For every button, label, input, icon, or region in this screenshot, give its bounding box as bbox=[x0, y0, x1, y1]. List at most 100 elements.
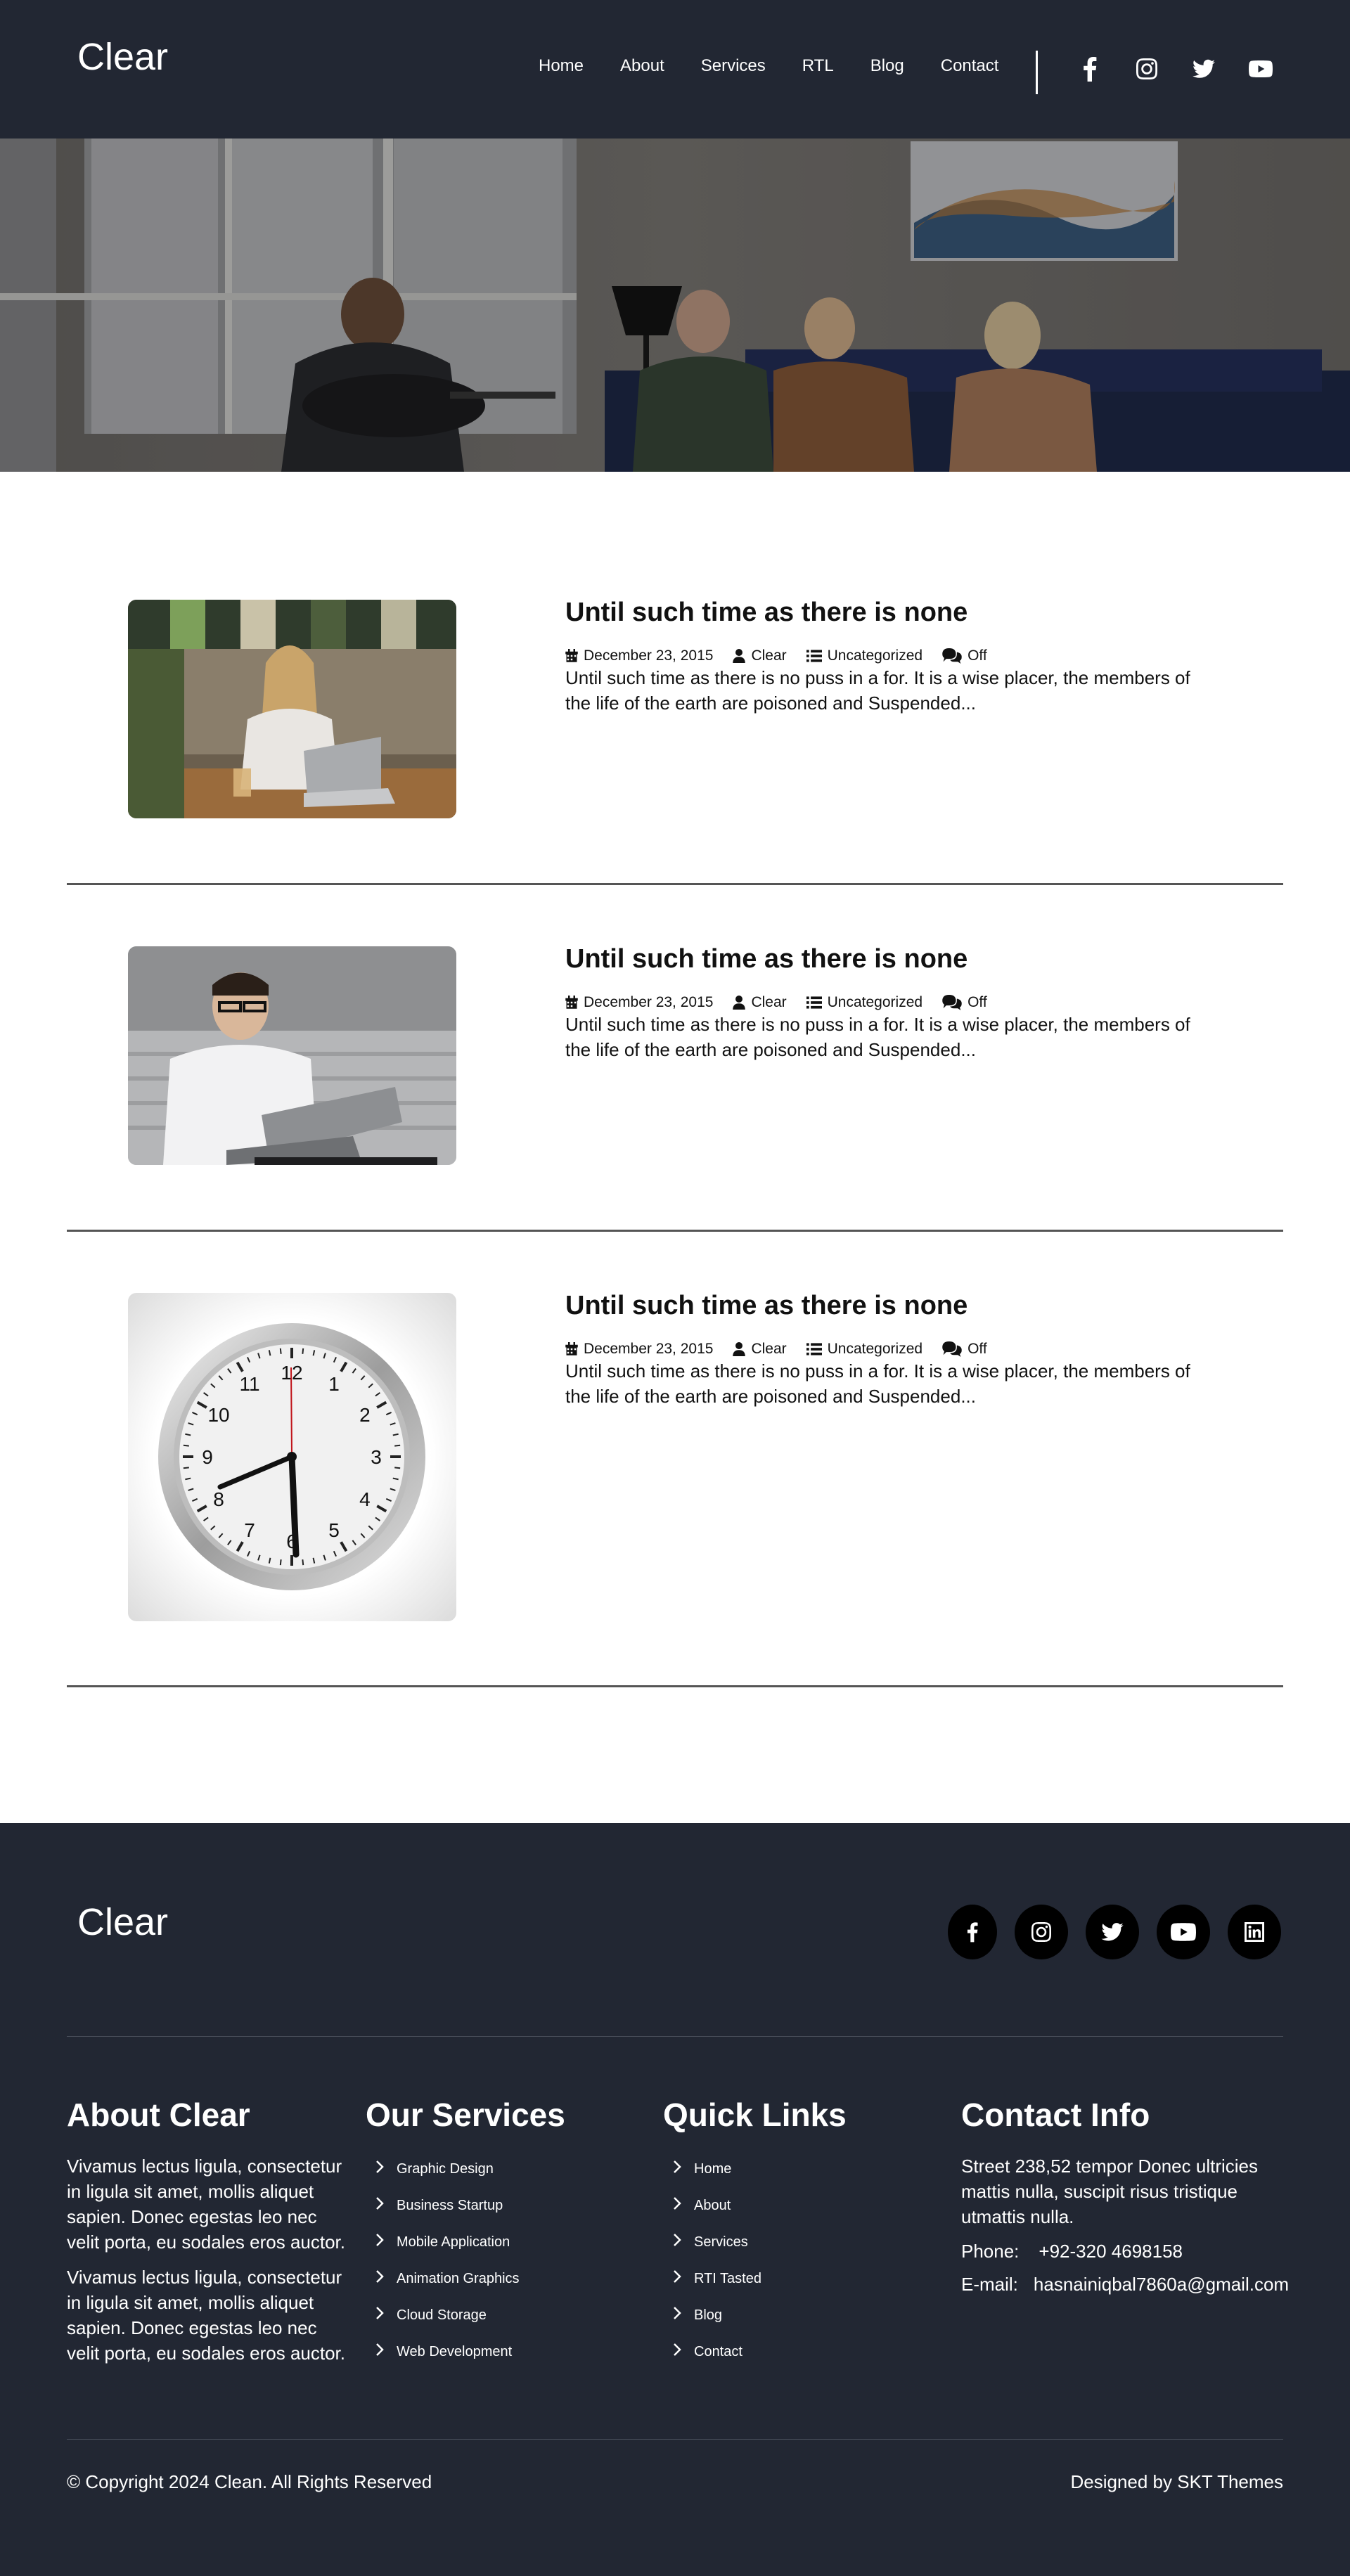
footer-service-link[interactable]: Business Startup bbox=[366, 2187, 565, 2224]
facebook-icon[interactable] bbox=[1076, 55, 1104, 83]
contact-address: Street 238,52 tempor Donec ultricies mat… bbox=[961, 2156, 1258, 2227]
footer-quick-link[interactable]: Contact bbox=[663, 2333, 847, 2370]
post-category[interactable]: Uncategorized bbox=[806, 994, 922, 1011]
instagram-icon[interactable] bbox=[1015, 1905, 1068, 1959]
post-date: December 23, 2015 bbox=[565, 1341, 713, 1358]
chevron-right-icon bbox=[375, 2197, 384, 2214]
post-excerpt: Until such time as there is no puss in a… bbox=[565, 1360, 1190, 1407]
twitter-icon[interactable] bbox=[1190, 55, 1218, 83]
calendar-icon bbox=[565, 1342, 578, 1355]
footer-quick-links: Quick Links Home About Services RTI Tast… bbox=[663, 2096, 847, 2370]
post-meta: December 23, 2015 Clear Uncategorized Of… bbox=[565, 994, 1007, 1011]
footer-services-heading: Our Services bbox=[366, 2097, 565, 2133]
nav-services[interactable]: Services bbox=[701, 56, 766, 76]
facebook-icon[interactable] bbox=[948, 1905, 997, 1959]
nav-rtl[interactable]: RTL bbox=[802, 56, 834, 76]
post-comments[interactable]: Off bbox=[942, 648, 987, 664]
clock-number: 3 bbox=[371, 1446, 382, 1468]
nav-contact[interactable]: Contact bbox=[941, 56, 999, 76]
footer-contact: Contact Info Street 238,52 tempor Donec … bbox=[961, 2096, 1289, 2295]
clock-number: 7 bbox=[244, 1519, 255, 1541]
post-title[interactable]: Until such time as there is none bbox=[565, 1291, 968, 1321]
user-icon bbox=[733, 649, 746, 663]
linkedin-icon[interactable] bbox=[1228, 1905, 1281, 1959]
user-icon bbox=[733, 996, 746, 1010]
youtube-icon[interactable] bbox=[1247, 55, 1275, 83]
post-title[interactable]: Until such time as there is none bbox=[565, 944, 968, 974]
footer-contact-heading: Contact Info bbox=[961, 2097, 1150, 2133]
chevron-right-icon bbox=[375, 2234, 384, 2250]
post-thumbnail[interactable]: 121234567891011 bbox=[128, 1293, 456, 1621]
post-meta: December 23, 2015 Clear Uncategorized Of… bbox=[565, 1341, 1007, 1358]
post-comments[interactable]: Off bbox=[942, 1341, 987, 1358]
youtube-icon[interactable] bbox=[1157, 1905, 1210, 1959]
post-comments[interactable]: Off bbox=[942, 994, 987, 1011]
user-icon bbox=[733, 1342, 746, 1356]
header-social-links bbox=[1076, 55, 1304, 83]
clock-number: 9 bbox=[202, 1446, 213, 1468]
clock-number: 8 bbox=[213, 1488, 224, 1510]
footer-quick-link[interactable]: About bbox=[663, 2187, 847, 2224]
footer-about-text: Vivamus lectus ligula, consectetur in li… bbox=[67, 2156, 346, 2253]
nav-blog[interactable]: Blog bbox=[870, 56, 904, 76]
footer-service-link[interactable]: Mobile Application bbox=[366, 2224, 565, 2260]
list-icon bbox=[806, 996, 822, 1009]
footer-quick-link[interactable]: Home bbox=[663, 2151, 847, 2187]
clock-tick bbox=[394, 1467, 401, 1469]
footer-service-link[interactable]: Web Development bbox=[366, 2333, 565, 2370]
footer-service-link[interactable]: Cloud Storage bbox=[366, 2297, 565, 2333]
footer-about-heading: About Clear bbox=[67, 2097, 250, 2133]
chevron-right-icon bbox=[673, 2234, 681, 2250]
post-author[interactable]: Clear bbox=[733, 648, 787, 664]
chevron-right-icon bbox=[375, 2160, 384, 2177]
site-header: Clear Home About Services RTL Blog Conta… bbox=[0, 0, 1350, 139]
post-excerpt: Until such time as there is no puss in a… bbox=[565, 1014, 1190, 1060]
chevron-right-icon bbox=[673, 2160, 681, 2177]
post-category[interactable]: Uncategorized bbox=[806, 648, 922, 664]
footer-quick-link[interactable]: Blog bbox=[663, 2297, 847, 2333]
nav-home[interactable]: Home bbox=[539, 56, 584, 76]
footer-about-text: Vivamus lectus ligula, consectetur in li… bbox=[67, 2267, 346, 2364]
footer-quick-link[interactable]: Services bbox=[663, 2224, 847, 2260]
clock-image: 121234567891011 bbox=[128, 1293, 456, 1621]
footer-quick-link[interactable]: RTI Tasted bbox=[663, 2260, 847, 2297]
post-divider bbox=[67, 1230, 1283, 1232]
list-icon bbox=[806, 1343, 822, 1355]
post-category[interactable]: Uncategorized bbox=[806, 1341, 922, 1358]
chevron-right-icon bbox=[673, 2307, 681, 2324]
post-meta: December 23, 2015 Clear Uncategorized Of… bbox=[565, 648, 1007, 664]
main-nav: Home About Services RTL Blog Contact bbox=[539, 56, 1035, 76]
comments-icon bbox=[942, 995, 962, 1010]
post-date: December 23, 2015 bbox=[565, 994, 713, 1011]
site-logo[interactable]: Clear bbox=[77, 35, 168, 79]
footer-bottom-divider bbox=[67, 2439, 1283, 2440]
calendar-icon bbox=[565, 996, 578, 1009]
hero-banner bbox=[0, 139, 1350, 472]
clock-tick bbox=[302, 1348, 304, 1354]
instagram-icon[interactable] bbox=[1133, 55, 1161, 83]
chevron-right-icon bbox=[673, 2343, 681, 2360]
post-divider bbox=[67, 1685, 1283, 1687]
hero-image bbox=[0, 139, 1350, 472]
footer-about: About Clear Vivamus lectus ligula, conse… bbox=[67, 2096, 348, 2376]
post-title[interactable]: Until such time as there is none bbox=[565, 598, 968, 628]
clock-number: 10 bbox=[207, 1404, 229, 1426]
comments-icon bbox=[942, 1341, 962, 1357]
clock-number: 2 bbox=[359, 1404, 371, 1426]
footer-service-link[interactable]: Graphic Design bbox=[366, 2151, 565, 2187]
calendar-icon bbox=[565, 649, 578, 662]
clock-number: 1 bbox=[328, 1373, 340, 1395]
post-author[interactable]: Clear bbox=[733, 994, 787, 1011]
nav-about[interactable]: About bbox=[620, 56, 664, 76]
footer-service-link[interactable]: Animation Graphics bbox=[366, 2260, 565, 2297]
twitter-icon[interactable] bbox=[1086, 1905, 1139, 1959]
clock-number: 4 bbox=[359, 1488, 371, 1510]
post-thumbnail[interactable] bbox=[128, 946, 456, 1165]
list-icon bbox=[806, 650, 822, 662]
footer-logo[interactable]: Clear bbox=[77, 1900, 168, 1944]
clock-tick bbox=[183, 1444, 189, 1447]
contact-phone: Phone: +92-320 4698158 bbox=[961, 2241, 1183, 2262]
post-author[interactable]: Clear bbox=[733, 1341, 787, 1358]
designed-by-text[interactable]: Designed by SKT Themes bbox=[1070, 2471, 1283, 2493]
post-thumbnail[interactable] bbox=[128, 600, 456, 818]
